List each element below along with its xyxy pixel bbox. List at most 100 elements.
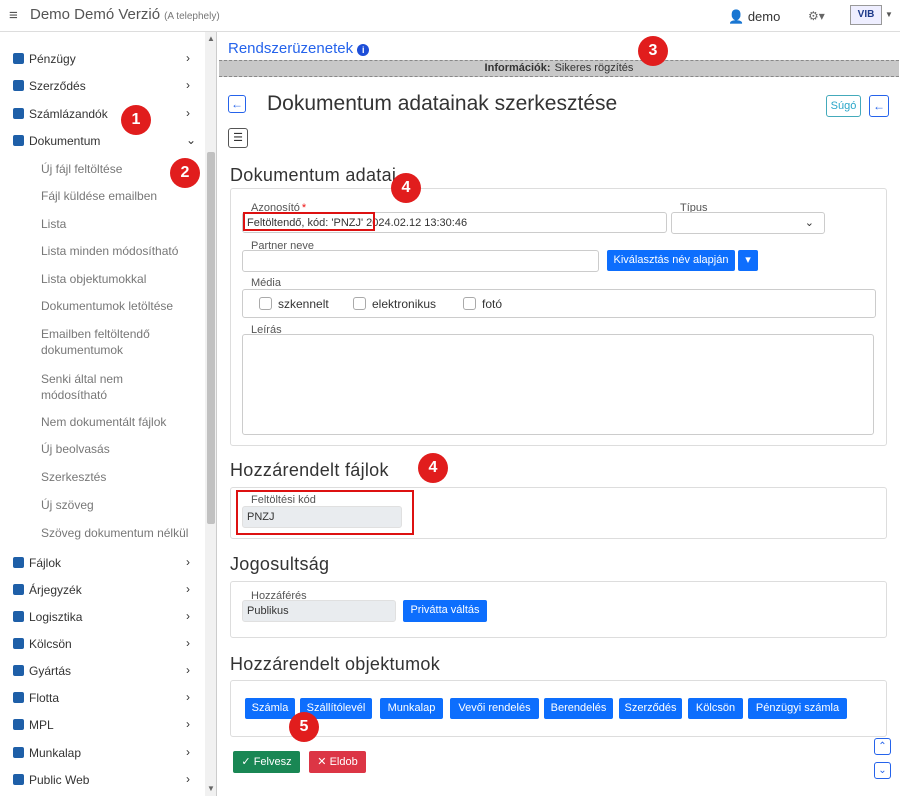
top-bar: ≡ Demo Demó Verzió (A telephely) 👤 demo ⚙…	[0, 0, 900, 32]
sidebar-subitem[interactable]: Lista minden módosítható	[41, 243, 201, 259]
tag-icon	[13, 584, 24, 595]
section-title-rights: Jogosultság	[230, 554, 330, 574]
document-icon	[13, 135, 24, 146]
info-label: Információk:	[484, 62, 551, 74]
annotation-badge-2: 2	[170, 158, 200, 188]
page-title: Dokumentum adatainak szerkesztése	[267, 92, 618, 115]
media-label: Média	[251, 277, 281, 289]
chevron-right-icon: ›	[186, 745, 190, 759]
sidebar-item-label: Szerződés	[29, 79, 86, 93]
annotation-badge-1: 1	[121, 105, 151, 135]
annotation-box-azonosito	[243, 212, 375, 231]
sidebar-subitem[interactable]: Dokumentumok letöltése	[41, 298, 201, 314]
chevron-down-icon[interactable]: ▼	[885, 10, 893, 19]
hamburger-icon[interactable]: ≡	[9, 7, 18, 24]
check-icon: ✓	[241, 756, 251, 768]
sidebar-subitem[interactable]: Lista objektumokkal	[41, 271, 201, 287]
sidebar-item-arjegyzek[interactable]: Árjegyzék ›	[0, 578, 205, 602]
sidebar-item-gyartas[interactable]: Gyártás ›	[0, 659, 205, 683]
sidebar-item-fajlok[interactable]: Fájlok ›	[0, 551, 205, 575]
section-title-files: Hozzárendelt fájlok	[230, 460, 389, 480]
sidebar-subitem[interactable]: Lista	[41, 216, 201, 232]
sidebar-subitem[interactable]: Szöveg dokumentum nélkül	[41, 525, 201, 541]
save-button[interactable]: ✓ Felvesz	[233, 751, 300, 773]
back-button-right[interactable]: ←	[869, 95, 889, 117]
info-text: Sikeres rögzítés	[554, 62, 634, 74]
sidebar-subitem[interactable]: Szerkesztés	[41, 469, 201, 485]
chevron-right-icon: ›	[186, 78, 190, 92]
scroll-bottom-button[interactable]: ⌄	[874, 762, 891, 779]
object-button-berendeles[interactable]: Berendelés	[544, 698, 613, 719]
select-by-name-button[interactable]: Kiválasztás név alapján	[607, 250, 735, 271]
annotation-badge-4b: 4	[418, 453, 448, 483]
scroll-up-icon[interactable]: ▲	[207, 34, 215, 43]
checkbox-label: elektronikus	[372, 297, 437, 311]
car-icon	[13, 692, 24, 703]
sidebar-item-label: MPL	[29, 718, 54, 732]
chevron-down-icon: ⌄	[186, 133, 197, 147]
object-button-kolcson[interactable]: Kölcsön	[688, 698, 743, 719]
sidebar-item-logisztika[interactable]: Logisztika ›	[0, 605, 205, 629]
sidebar-item-munkalap[interactable]: Munkalap ›	[0, 741, 205, 765]
sidebar-item-label: Pénzügy	[29, 52, 76, 66]
list-icon: ☰	[233, 132, 243, 144]
sidebar-item-penzugy[interactable]: Pénzügy ›	[0, 47, 205, 71]
object-button-szamla[interactable]: Számla	[245, 698, 295, 719]
scroll-down-icon[interactable]: ▼	[207, 784, 215, 793]
chevron-right-icon: ›	[186, 106, 190, 120]
sidebar-item-kolcson[interactable]: Kölcsön ›	[0, 632, 205, 656]
arrow-left-icon: ←	[231, 97, 243, 111]
checkbox-elektronikus[interactable]	[353, 297, 366, 310]
tipus-select[interactable]: ⌄	[671, 212, 825, 234]
select-dropdown-button[interactable]: ▾	[738, 250, 758, 271]
sidebar-item-mpl[interactable]: MPL ›	[0, 713, 205, 737]
sidebar-subitem[interactable]: Senki által nem módosítható	[41, 371, 161, 403]
object-button-munkalap[interactable]: Munkalap	[380, 698, 443, 719]
object-button-szerzodes[interactable]: Szerződés	[619, 698, 682, 719]
checkbox-foto[interactable]	[463, 297, 476, 310]
vib-logo[interactable]: VIB	[850, 5, 882, 25]
sidebar-subitem[interactable]: Nem dokumentált fájlok	[41, 414, 201, 430]
gear-icon[interactable]: ⚙▾	[808, 9, 825, 23]
sidebar-item-label: Fájlok	[29, 556, 62, 570]
list-button[interactable]: ☰	[228, 128, 248, 148]
cogs-icon	[13, 665, 24, 676]
close-icon: ✕	[317, 756, 327, 768]
make-private-button[interactable]: Privátta váltás	[403, 600, 487, 622]
leiras-textarea[interactable]	[242, 334, 874, 435]
rights-panel: Hozzáférés Publikus Privátta váltás	[230, 581, 887, 638]
user-icon: 👤	[728, 9, 745, 24]
sidebar-item-public-web[interactable]: Public Web ›	[0, 768, 205, 792]
checkbox-label: fotó	[482, 297, 503, 311]
discard-button[interactable]: ✕ Eldob	[309, 751, 366, 773]
section-title-objects: Hozzárendelt objektumok	[230, 654, 441, 674]
system-messages-title: Rendszerüzenetek i	[228, 40, 370, 57]
help-button[interactable]: Súgó	[826, 95, 861, 117]
back-button[interactable]: ←	[228, 95, 246, 113]
object-button-vevoi-rendeles[interactable]: Vevői rendelés	[450, 698, 539, 719]
chevron-down-icon: ⌄	[878, 765, 887, 776]
chevron-up-icon: ⌃	[878, 741, 887, 752]
sidebar-subitem[interactable]: Fájl küldése emailben	[41, 188, 201, 204]
partner-field[interactable]	[242, 250, 599, 272]
object-button-penzugyi-szamla[interactable]: Pénzügyi számla	[748, 698, 847, 719]
sidebar-subitem[interactable]: Új beolvasás	[41, 441, 201, 457]
info-icon[interactable]: i	[357, 44, 370, 56]
invoice-icon	[13, 108, 24, 119]
objects-panel: Számla Szállítólevél Munkalap Vevői rend…	[230, 680, 887, 737]
sidebar-item-flotta[interactable]: Flotta ›	[0, 686, 205, 710]
sidebar-item-szerzodes[interactable]: Szerződés ›	[0, 74, 205, 98]
scroll-top-button[interactable]: ⌃	[874, 738, 891, 755]
sidebar-item-label: Logisztika	[29, 610, 83, 624]
contract-icon	[13, 80, 24, 91]
sidebar-item-dokumentum[interactable]: Dokumentum ⌄	[0, 129, 205, 153]
checkbox-szkennelt[interactable]	[259, 297, 272, 310]
sidebar-subitem[interactable]: Emailben feltöltendő dokumentumok	[41, 326, 181, 358]
sidebar-subitem[interactable]: Új szöveg	[41, 497, 201, 513]
sidebar-scrollbar[interactable]: ▲ ▼	[205, 32, 216, 796]
user-menu[interactable]: 👤 demo	[728, 9, 780, 25]
truck-icon	[13, 611, 24, 622]
checkbox-label: szkennelt	[278, 297, 329, 311]
scroll-thumb[interactable]	[207, 152, 215, 524]
sidebar-item-szamlazandok[interactable]: Számlázandók ›	[0, 102, 205, 126]
